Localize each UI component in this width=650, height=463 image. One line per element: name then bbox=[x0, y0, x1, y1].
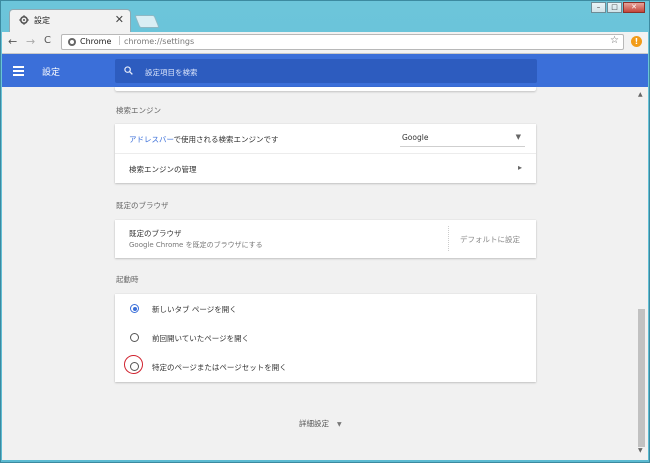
new-tab-button[interactable] bbox=[134, 15, 160, 28]
address-bar[interactable]: Chrome | chrome://settings ☆ bbox=[61, 34, 624, 50]
gear-icon bbox=[19, 15, 29, 25]
search-engine-card: アドレスバーで使用される検索エンジンです Google ▼ 検索エンジンの管理 … bbox=[115, 124, 536, 183]
browser-window: 設定 ✕ – □ ✕ ← → C Chrome | chrome://setti… bbox=[0, 0, 650, 463]
search-icon bbox=[124, 66, 133, 75]
section-title-search-engine: 検索エンジン bbox=[116, 106, 161, 115]
address-separator: | bbox=[118, 36, 122, 46]
startup-option-new-tab[interactable]: 新しいタブ ページを開く bbox=[115, 294, 536, 323]
hamburger-menu-icon[interactable] bbox=[13, 66, 24, 78]
manage-search-engines-label: 検索エンジンの管理 bbox=[129, 165, 197, 174]
section-title-startup: 起動時 bbox=[116, 275, 139, 284]
tab-close-icon[interactable]: ✕ bbox=[115, 13, 124, 26]
default-browser-title: 既定のブラウザ bbox=[129, 229, 182, 238]
search-placeholder: 設定項目を検索 bbox=[145, 68, 198, 77]
address-url: chrome://settings bbox=[124, 37, 195, 46]
scrollbar-thumb[interactable] bbox=[638, 309, 645, 447]
search-engine-select[interactable]: Google ▼ bbox=[400, 132, 525, 147]
radio-unselected[interactable] bbox=[130, 362, 139, 371]
startup-option-label: 前回開いていたページを開く bbox=[152, 334, 250, 343]
advanced-settings-toggle[interactable]: 詳細設定 ▼ bbox=[299, 418, 342, 429]
bookmark-star-icon[interactable]: ☆ bbox=[610, 35, 619, 46]
section-title-default-browser: 既定のブラウザ bbox=[116, 201, 169, 210]
window-controls: – □ ✕ bbox=[591, 2, 645, 13]
settings-search-input[interactable]: 設定項目を検索 bbox=[115, 59, 537, 83]
update-alert-icon[interactable]: ! bbox=[631, 36, 642, 47]
tab-title: 設定 bbox=[34, 16, 50, 25]
reload-icon[interactable]: C bbox=[44, 35, 51, 46]
search-engine-value: Google bbox=[402, 133, 429, 142]
browser-toolbar: ← → C Chrome | chrome://settings ☆ ! bbox=[2, 32, 648, 54]
dropdown-arrow-icon: ▼ bbox=[515, 133, 521, 141]
scroll-down-icon[interactable]: ▼ bbox=[638, 447, 643, 454]
previous-card-edge bbox=[115, 87, 536, 91]
scroll-up-icon[interactable]: ▲ bbox=[638, 91, 643, 98]
radio-selected[interactable] bbox=[130, 304, 139, 313]
window-close-button[interactable]: ✕ bbox=[623, 2, 645, 13]
chevron-right-icon: ▸ bbox=[517, 163, 522, 172]
address-scheme: Chrome bbox=[80, 37, 112, 46]
divider bbox=[448, 226, 450, 251]
tab-settings[interactable]: 設定 ✕ bbox=[9, 9, 131, 32]
settings-header: 設定 設定項目を検索 bbox=[2, 54, 648, 87]
search-engine-description: で使用される検索エンジンです bbox=[173, 135, 279, 144]
default-browser-card: 既定のブラウザ Google Chrome を既定のブラウザにする デフォルトに… bbox=[115, 220, 536, 258]
settings-page: 設定 設定項目を検索 検索エンジン アドレスバーで使用される検索エンジンです G… bbox=[2, 54, 648, 460]
scrollbar[interactable]: ▲ ▼ bbox=[636, 87, 647, 460]
default-browser-subtitle: Google Chrome を既定のブラウザにする bbox=[129, 241, 263, 249]
maximize-button[interactable]: □ bbox=[607, 2, 622, 13]
startup-card: 新しいタブ ページを開く 前回開いていたページを開く 特定のページまたはページセ… bbox=[115, 294, 536, 382]
address-bar-link[interactable]: アドレスバー bbox=[129, 135, 174, 144]
chrome-page-icon bbox=[68, 38, 76, 46]
startup-option-specific-pages[interactable]: 特定のページまたはページセットを開く bbox=[115, 352, 536, 381]
startup-option-label: 新しいタブ ページを開く bbox=[152, 305, 237, 314]
startup-option-label: 特定のページまたはページセットを開く bbox=[152, 363, 287, 372]
radio-unselected[interactable] bbox=[130, 333, 139, 342]
back-arrow-icon[interactable]: ← bbox=[8, 35, 17, 48]
advanced-settings-label: 詳細設定 bbox=[299, 419, 329, 428]
search-engine-row: アドレスバーで使用される検索エンジンです Google ▼ bbox=[115, 124, 536, 154]
chevron-down-icon: ▼ bbox=[337, 421, 342, 428]
minimize-button[interactable]: – bbox=[591, 2, 606, 13]
manage-search-engines-row[interactable]: 検索エンジンの管理 ▸ bbox=[115, 154, 536, 183]
forward-arrow-icon[interactable]: → bbox=[26, 35, 35, 48]
page-title: 設定 bbox=[42, 68, 61, 78]
tab-strip: 設定 ✕ – □ ✕ bbox=[1, 1, 650, 32]
startup-option-continue[interactable]: 前回開いていたページを開く bbox=[115, 323, 536, 352]
set-default-button[interactable]: デフォルトに設定 bbox=[460, 234, 520, 245]
